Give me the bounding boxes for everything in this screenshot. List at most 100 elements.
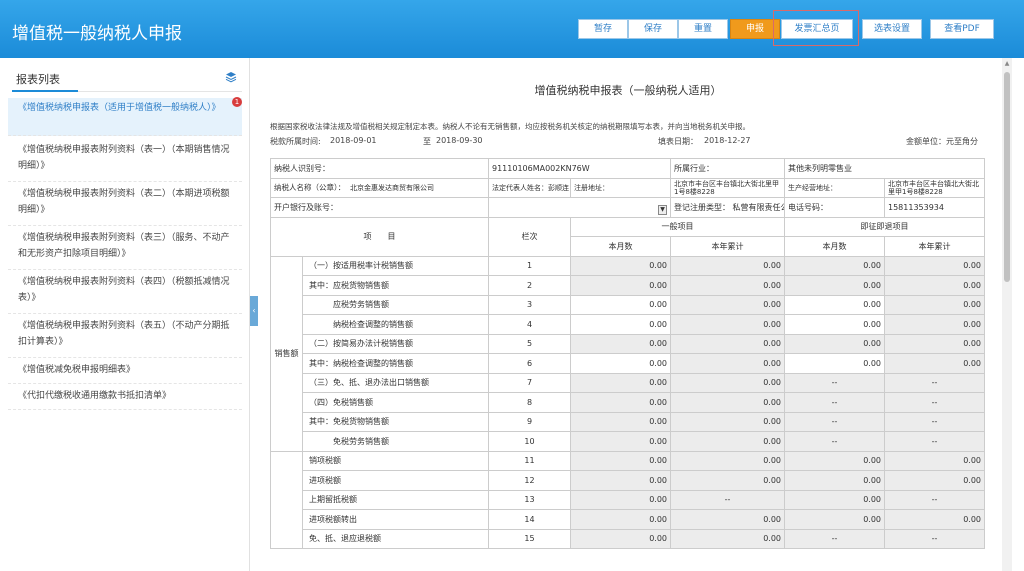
phone-value: 15811353934 bbox=[884, 197, 985, 218]
row-line: 10 bbox=[488, 431, 571, 452]
cell-refund-ytd: -- bbox=[884, 528, 985, 549]
cell-ytd: 0.00 bbox=[670, 411, 785, 432]
cell-refund-month: 0.00 bbox=[784, 509, 885, 530]
sidebar-item-tax-exemption[interactable]: 《增值税减免税申报明细表》 bbox=[8, 362, 242, 384]
industry-value: 其他未列明零售业 bbox=[784, 158, 985, 179]
sidebar-item-schedule-5[interactable]: 《增值税纳税申报表附列资料（表五）（不动产分期抵扣计算表）》 bbox=[8, 318, 242, 358]
fill-date-label: 填表日期： bbox=[658, 137, 698, 146]
save-button[interactable]: 保存 bbox=[628, 19, 678, 39]
cell-ytd: 0.00 bbox=[670, 353, 785, 374]
reset-button[interactable]: 重置 bbox=[678, 19, 728, 39]
cell-month-input[interactable]: 0.00 bbox=[570, 314, 671, 335]
legal-rep-cell: 法定代表人姓名：彭顺连 bbox=[488, 177, 571, 198]
col-header-refund: 即征即退项目 bbox=[784, 216, 985, 237]
period-to: 至 bbox=[423, 137, 431, 146]
scroll-thumb[interactable] bbox=[1004, 72, 1010, 282]
sidebar-item-schedule-3[interactable]: 《增值税纳税申报表附列资料（表三）（服务、不动产和无形资产扣除项目明细）》 bbox=[8, 230, 242, 270]
cell-ytd: 0.00 bbox=[670, 470, 785, 491]
form-area: 增值税纳税申报表（一般纳税人适用） 根据国家税收法律法规及增值税相关规定制定本表… bbox=[258, 58, 1012, 571]
cell-refund-ytd: 0.00 bbox=[884, 509, 985, 530]
row-label: 进项税额 bbox=[302, 470, 489, 491]
form-intro: 根据国家税收法律法规及增值税相关规定制定本表。纳税人不论有无销售额，均应按税务机… bbox=[270, 122, 750, 131]
cell-refund-month: 0.00 bbox=[784, 470, 885, 491]
cell-ytd: -- bbox=[670, 489, 785, 510]
cell-refund-month: 0.00 bbox=[784, 275, 885, 296]
amount-unit: 金额单位：元至角分 bbox=[906, 137, 978, 146]
col-header-ytd: 本年累计 bbox=[670, 236, 785, 257]
cell-ytd: 0.00 bbox=[670, 450, 785, 471]
save-temp-button[interactable]: 暂存 bbox=[578, 19, 628, 39]
cell-ytd: 0.00 bbox=[670, 528, 785, 549]
sidebar-item-main-form[interactable]: 《增值税纳税申报表（适用于增值税一般纳税人）》 bbox=[8, 98, 242, 136]
cell-refund-ytd: 0.00 bbox=[884, 294, 985, 315]
sidebar: 报表列表 《增值税纳税申报表（适用于增值税一般纳税人）》 1 《增值税纳税申报表… bbox=[0, 58, 250, 571]
cell-month: 0.00 bbox=[570, 392, 671, 413]
sidebar-item-withholding-list[interactable]: 《代扣代缴税收通用缴款书抵扣清单》 bbox=[8, 388, 242, 410]
row-line: 7 bbox=[488, 372, 571, 393]
row-label: （一）按适用税率计税销售额 bbox=[302, 255, 489, 276]
row-line: 9 bbox=[488, 411, 571, 432]
form-settings-button[interactable]: 选表设置 bbox=[862, 19, 922, 39]
row-line: 5 bbox=[488, 333, 571, 354]
sidebar-collapse-handle[interactable]: ‹ bbox=[250, 296, 258, 326]
cell-month-input[interactable]: 0.00 bbox=[570, 353, 671, 374]
cell-refund-ytd: 0.00 bbox=[884, 333, 985, 354]
dropdown-arrow-icon[interactable]: ▼ bbox=[658, 204, 667, 215]
row-line: 6 bbox=[488, 353, 571, 374]
cell-refund-month: 0.00 bbox=[784, 255, 885, 276]
biz-address-label: 生产经营地址： bbox=[784, 177, 885, 198]
cell-month: 0.00 bbox=[570, 372, 671, 393]
row-label: 其中：应税货物销售额 bbox=[302, 275, 489, 296]
sidebar-item-schedule-2[interactable]: 《增值税纳税申报表附列资料（表二）（本期进项税额明细）》 bbox=[8, 186, 242, 226]
cell-refund-month: -- bbox=[784, 372, 885, 393]
col-header-refund-month: 本月数 bbox=[784, 236, 885, 257]
cell-refund-month: 0.00 bbox=[784, 333, 885, 354]
bank-select-cell[interactable]: ▼ bbox=[488, 197, 671, 218]
view-pdf-button[interactable]: 查看PDF bbox=[930, 19, 994, 39]
invoice-summary-button[interactable]: 发票汇总页 bbox=[781, 19, 853, 39]
cell-refund-month-input[interactable]: 0.00 bbox=[784, 294, 885, 315]
layers-icon[interactable] bbox=[225, 71, 237, 83]
reg-address-label: 注册地址： bbox=[570, 177, 671, 198]
cell-refund-ytd: -- bbox=[884, 489, 985, 510]
bank-select[interactable]: ▼ bbox=[492, 203, 667, 215]
cell-ytd: 0.00 bbox=[670, 372, 785, 393]
row-line: 11 bbox=[488, 450, 571, 471]
period-end: 2018-09-30 bbox=[436, 136, 483, 145]
cell-ytd: 0.00 bbox=[670, 431, 785, 452]
col-header-general: 一般项目 bbox=[570, 216, 785, 237]
cell-refund-month-input[interactable]: 0.00 bbox=[784, 353, 885, 374]
taxpayer-name-label: 纳税人名称（公章）： 北京金惠发达商贸有限公司 bbox=[270, 177, 489, 198]
row-line: 4 bbox=[488, 314, 571, 335]
vertical-scrollbar[interactable]: ▲ bbox=[1002, 58, 1012, 571]
row-label: （四）免税销售额 bbox=[302, 392, 489, 413]
col-header-month: 本月数 bbox=[570, 236, 671, 257]
row-line: 14 bbox=[488, 509, 571, 530]
sidebar-item-schedule-4[interactable]: 《增值税纳税申报表附列资料（表四）（税额抵减情况表）》 bbox=[8, 274, 242, 314]
row-label: 免税劳务销售额 bbox=[302, 431, 489, 452]
taxpayer-id-value: 91110106MA002KN76W bbox=[488, 158, 671, 179]
alert-badge: 1 bbox=[232, 97, 242, 107]
row-line: 12 bbox=[488, 470, 571, 491]
sidebar-item-schedule-1[interactable]: 《增值税纳税申报表附列资料（表一）（本期销售情况明细）》 bbox=[8, 142, 242, 182]
sidebar-title-underline bbox=[12, 90, 78, 92]
row-label: 免、抵、退应退税额 bbox=[302, 528, 489, 549]
row-label: 其中：免税货物销售额 bbox=[302, 411, 489, 432]
app-title: 增值税一般纳税人申报 bbox=[12, 24, 182, 44]
cell-month-input[interactable]: 0.00 bbox=[570, 294, 671, 315]
cell-month: 0.00 bbox=[570, 470, 671, 491]
cell-refund-ytd: -- bbox=[884, 372, 985, 393]
cell-ytd: 0.00 bbox=[670, 509, 785, 530]
cell-refund-month: 0.00 bbox=[784, 489, 885, 510]
col-header-item: 项 目 bbox=[270, 216, 489, 257]
scroll-up-icon[interactable]: ▲ bbox=[1003, 60, 1011, 68]
cell-refund-month: -- bbox=[784, 411, 885, 432]
cell-refund-ytd: 0.00 bbox=[884, 255, 985, 276]
biz-address-value: 北京市丰台区丰台镇北大街北里甲1号8楼8228 bbox=[884, 177, 985, 198]
cell-ytd: 0.00 bbox=[670, 333, 785, 354]
row-label: 纳税检查调整的销售额 bbox=[302, 314, 489, 335]
cell-month: 0.00 bbox=[570, 489, 671, 510]
header-bar: 增值税一般纳税人申报 暂存 保存 重置 申报 发票汇总页 选表设置 查看PDF bbox=[0, 0, 1024, 58]
phone-label: 电话号码： bbox=[784, 197, 885, 218]
cell-refund-month-input[interactable]: 0.00 bbox=[784, 314, 885, 335]
